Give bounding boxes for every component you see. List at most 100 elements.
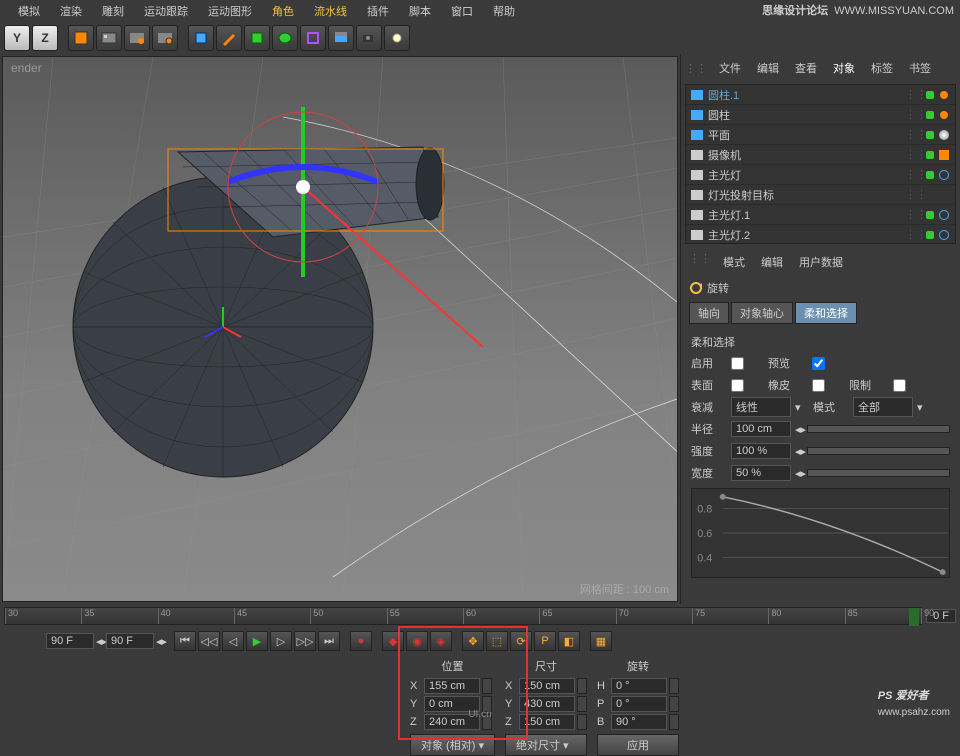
- viewport[interactable]: ender: [2, 56, 678, 602]
- pos-x-input[interactable]: 155 cm: [424, 678, 480, 694]
- camera-button[interactable]: [356, 25, 382, 51]
- object-row-6[interactable]: 主光灯.1⋮⋮: [686, 205, 955, 225]
- cylinder-shape: [73, 147, 444, 477]
- object-row-5[interactable]: 灯光投射目标⋮⋮: [686, 185, 955, 205]
- object-list[interactable]: 圆柱.1⋮⋮圆柱⋮⋮平面⋮⋮摄像机⋮⋮主光灯⋮⋮灯光投射目标⋮⋮主光灯.1⋮⋮主…: [685, 84, 956, 244]
- prev-key-button[interactable]: ◁◁: [198, 631, 220, 651]
- primitive-button[interactable]: [188, 25, 214, 51]
- keysel-button[interactable]: ◈: [430, 631, 452, 651]
- radius-slider[interactable]: [807, 425, 950, 433]
- object-manager-tabs: ⋮⋮文件编辑查看对象标签书签: [681, 54, 960, 82]
- rubber-checkbox[interactable]: [812, 379, 825, 392]
- rot-b-input[interactable]: 90 °: [611, 714, 667, 730]
- axis-z-button[interactable]: Z: [32, 25, 58, 51]
- attr-tabs: ⋮⋮模式编辑用户数据: [685, 248, 956, 276]
- record-button[interactable]: ●: [350, 631, 372, 651]
- prev-frame-button[interactable]: ◁: [222, 631, 244, 651]
- width-slider[interactable]: [807, 469, 950, 477]
- menu-10[interactable]: 帮助: [483, 3, 525, 19]
- move-rec-button[interactable]: ✥: [462, 631, 484, 651]
- attr-tab-1[interactable]: 编辑: [757, 252, 787, 272]
- key-button[interactable]: ◆: [382, 631, 404, 651]
- menu-5[interactable]: 角色: [262, 3, 304, 19]
- svg-text:0.4: 0.4: [697, 552, 712, 564]
- axis-y-button[interactable]: Y: [4, 25, 30, 51]
- mode-select[interactable]: 全部: [853, 397, 913, 417]
- object-row-4[interactable]: 主光灯⋮⋮: [686, 165, 955, 185]
- scene-button[interactable]: [96, 25, 122, 51]
- menu-0[interactable]: 模拟: [8, 3, 50, 19]
- env-button[interactable]: [328, 25, 354, 51]
- panel-tab-1[interactable]: 编辑: [753, 58, 783, 78]
- size-y-input[interactable]: 430 cm: [519, 696, 575, 712]
- rot-p-input[interactable]: 0 °: [611, 696, 667, 712]
- next-frame-button[interactable]: ▷: [270, 631, 292, 651]
- deformer-button[interactable]: [300, 25, 326, 51]
- object-row-7[interactable]: 主光灯.2⋮⋮: [686, 225, 955, 244]
- attr-tab-2[interactable]: 用户数据: [795, 252, 847, 272]
- next-key-button[interactable]: ▷▷: [294, 631, 316, 651]
- pen-button[interactable]: [216, 25, 242, 51]
- render-settings-button[interactable]: [152, 25, 178, 51]
- frame-start-input[interactable]: 90 F: [46, 633, 94, 649]
- sub-tab-0[interactable]: 轴向: [689, 302, 729, 324]
- panel-tab-4[interactable]: 标签: [867, 58, 897, 78]
- menu-4[interactable]: 运动图形: [198, 3, 262, 19]
- panel-tab-3[interactable]: 对象: [829, 58, 859, 78]
- strength-slider[interactable]: [807, 447, 950, 455]
- rotate-header: 旋转: [685, 276, 956, 300]
- size-z-input[interactable]: 150 cm: [519, 714, 575, 730]
- panel-tab-5[interactable]: 书签: [905, 58, 935, 78]
- menu-8[interactable]: 脚本: [399, 3, 441, 19]
- enable-checkbox[interactable]: [731, 357, 744, 370]
- svg-text:0.8: 0.8: [697, 503, 712, 515]
- falloff-curve[interactable]: 0.8 0.6 0.4: [691, 488, 950, 578]
- object-row-2[interactable]: 平面⋮⋮: [686, 125, 955, 145]
- object-row-1[interactable]: 圆柱⋮⋮: [686, 105, 955, 125]
- panel-tab-2[interactable]: 查看: [791, 58, 821, 78]
- menu-9[interactable]: 窗口: [441, 3, 483, 19]
- strength-input[interactable]: 100 %: [731, 443, 791, 459]
- menu-3[interactable]: 运动跟踪: [134, 3, 198, 19]
- menu-1[interactable]: 渲染: [50, 3, 92, 19]
- playbar: 90 F ◂▸ 90 F ◂▸ ⏮ ◁◁ ◁ ▶ ▷ ▷▷ ⏭ ● ◆ ◉ ◈ …: [0, 628, 960, 654]
- scale-rec-button[interactable]: ⬚: [486, 631, 508, 651]
- param-rec-button[interactable]: P: [534, 631, 556, 651]
- size-mode-select[interactable]: 绝对尺寸 ▾: [505, 734, 587, 756]
- menu-7[interactable]: 插件: [357, 3, 399, 19]
- attr-tab-0[interactable]: 模式: [719, 252, 749, 272]
- light-button[interactable]: [384, 25, 410, 51]
- menu-6[interactable]: 流水线: [304, 3, 357, 19]
- pos-mode-select[interactable]: 对象 (相对) ▾: [410, 734, 495, 756]
- menu-2[interactable]: 雕刻: [92, 3, 134, 19]
- limit-checkbox[interactable]: [893, 379, 906, 392]
- play-button[interactable]: ▶: [246, 631, 268, 651]
- apply-button[interactable]: 应用: [597, 734, 679, 756]
- rotation-column: 旋转 H0 ° P0 ° B90 ° 应用: [597, 658, 679, 756]
- object-row-3[interactable]: 摄像机⋮⋮: [686, 145, 955, 165]
- generator-button[interactable]: [272, 25, 298, 51]
- preview-checkbox[interactable]: [812, 357, 825, 370]
- timeline-ruler[interactable]: 30354045505560657075808590: [4, 607, 922, 625]
- goto-end-button[interactable]: ⏭: [318, 631, 340, 651]
- panel-tab-0[interactable]: 文件: [715, 58, 745, 78]
- frame-current-input[interactable]: 90 F: [106, 633, 154, 649]
- falloff-select[interactable]: 线性: [731, 397, 791, 417]
- cube-button[interactable]: [68, 25, 94, 51]
- nurbs-button[interactable]: [244, 25, 270, 51]
- render-button[interactable]: [124, 25, 150, 51]
- sub-tab-2[interactable]: 柔和选择: [795, 302, 857, 324]
- filmstrip-button[interactable]: ▦: [590, 631, 612, 651]
- goto-start-button[interactable]: ⏮: [174, 631, 196, 651]
- rot-h-input[interactable]: 0 °: [611, 678, 667, 694]
- size-x-input[interactable]: 150 cm: [519, 678, 575, 694]
- radius-input[interactable]: 100 cm: [731, 421, 791, 437]
- autokey-button[interactable]: ◉: [406, 631, 428, 651]
- pla-rec-button[interactable]: ◧: [558, 631, 580, 651]
- surface-checkbox[interactable]: [731, 379, 744, 392]
- rot-rec-button[interactable]: ⟳: [510, 631, 532, 651]
- width-input[interactable]: 50 %: [731, 465, 791, 481]
- sub-tab-1[interactable]: 对象轴心: [731, 302, 793, 324]
- soft-title: 柔和选择: [691, 332, 950, 352]
- object-row-0[interactable]: 圆柱.1⋮⋮: [686, 85, 955, 105]
